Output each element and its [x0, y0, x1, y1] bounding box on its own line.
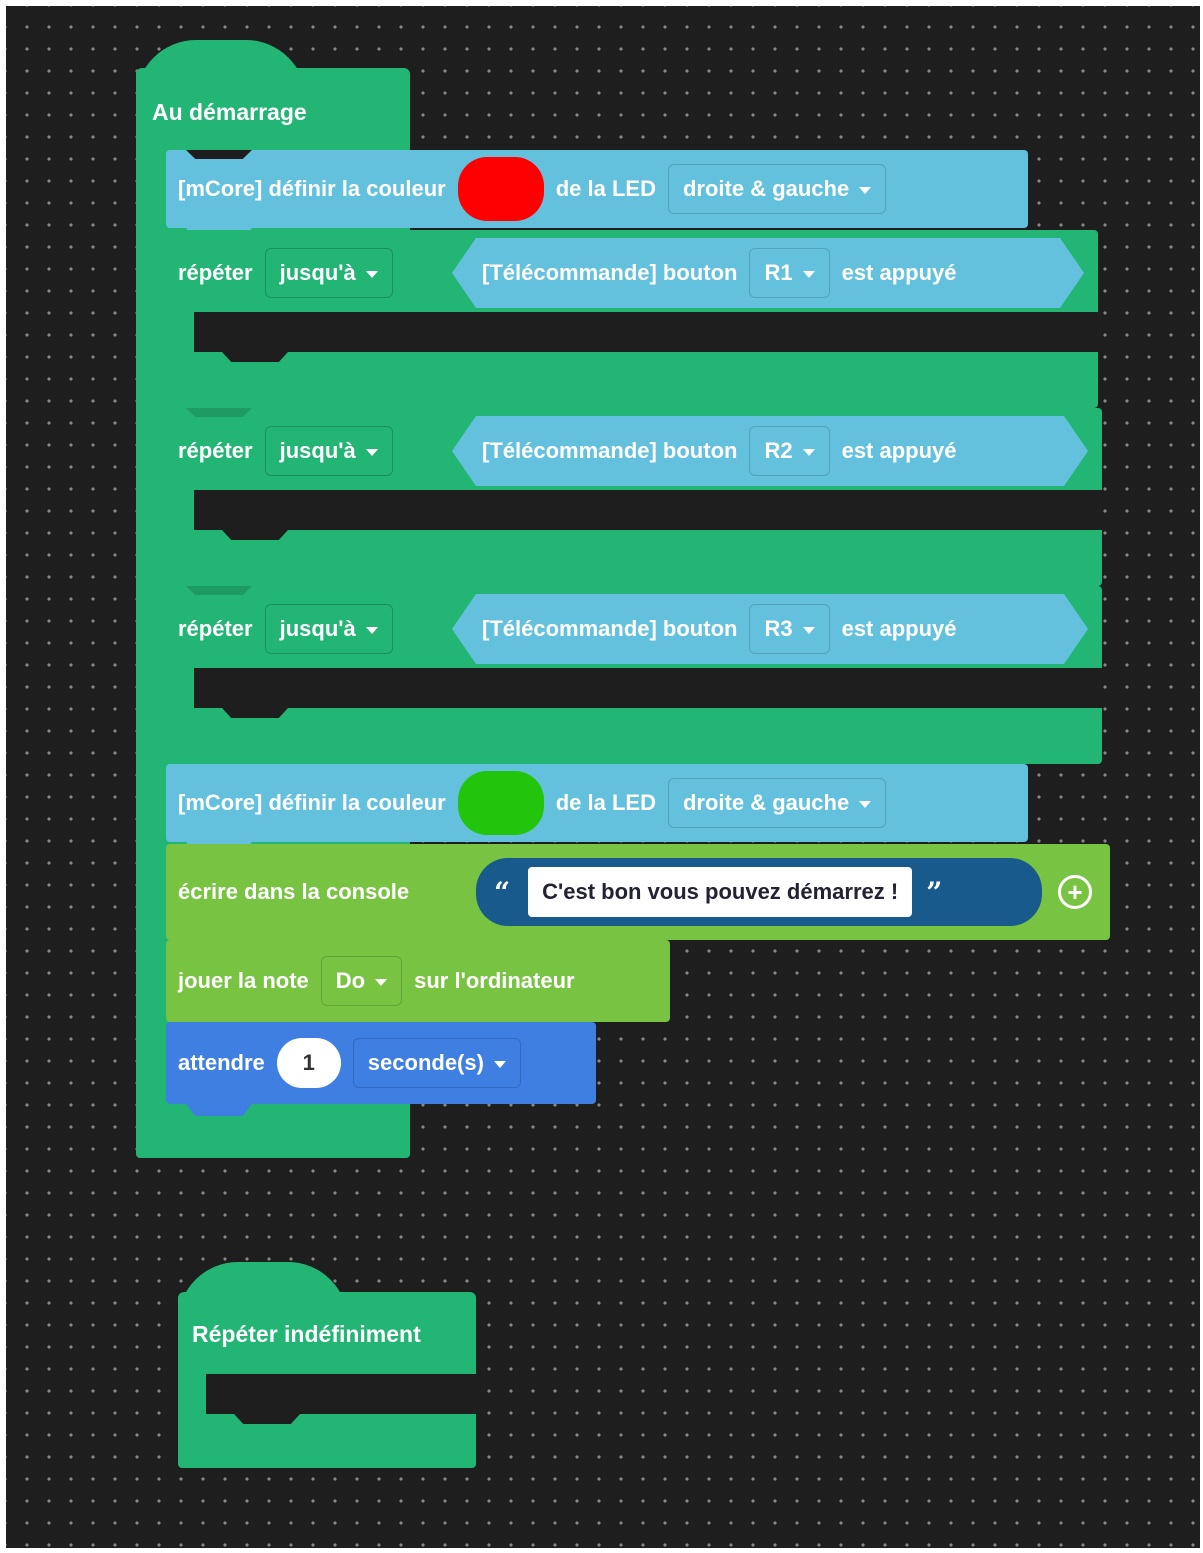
repeat-label: répéter	[178, 438, 253, 463]
remote-button-dropdown[interactable]: R1	[749, 248, 829, 298]
play-note-prefix: jouer la note	[178, 968, 309, 993]
block-notch	[186, 408, 252, 417]
chevron-down-icon	[493, 1060, 506, 1068]
note-dropdown[interactable]: Do	[320, 956, 403, 1006]
console-print-row: écrire dans la console	[178, 858, 409, 926]
remote-button-value: R3	[764, 616, 793, 641]
console-print-label: écrire dans la console	[178, 879, 410, 904]
block-tab	[186, 1104, 252, 1116]
repeat-mouth-1	[194, 312, 1098, 352]
chevron-down-icon	[803, 449, 815, 456]
time-unit-dropdown[interactable]: seconde(s)	[352, 1038, 521, 1088]
repeat-mode-dropdown[interactable]: jusqu'à	[264, 426, 393, 476]
repeat-row-1: répéter jusqu'à	[178, 242, 393, 304]
repeat-label: répéter	[178, 260, 253, 285]
plus-circle-icon[interactable]: +	[1058, 875, 1092, 909]
chevron-down-icon	[365, 448, 378, 456]
start-hat-row: Au démarrage	[152, 92, 307, 132]
block-notch	[186, 586, 252, 595]
condition-suffix: est appuyé	[841, 438, 957, 463]
start-hat-label: Au démarrage	[152, 98, 307, 125]
remote-button-value: R1	[764, 260, 793, 285]
remote-button-dropdown[interactable]: R3	[749, 604, 829, 654]
condition-prefix: [Télécommande] bouton	[482, 438, 738, 463]
condition-prefix: [Télécommande] bouton	[482, 260, 738, 285]
condition-prefix: [Télécommande] bouton	[482, 616, 738, 641]
chevron-down-icon	[803, 271, 815, 278]
forever-hat-label: Répéter indéfiniment	[192, 1320, 421, 1347]
close-quote-icon: ”	[926, 875, 943, 909]
chevron-down-icon	[375, 978, 388, 986]
repeat-label: répéter	[178, 616, 253, 641]
repeat-mode-dropdown[interactable]: jusqu'à	[264, 248, 393, 298]
repeat-row-3: répéter jusqu'à	[178, 598, 393, 660]
led-side-value: droite & gauche	[682, 790, 850, 815]
set-led-mid: de la LED	[555, 790, 656, 815]
repeat-mouth-2	[194, 490, 1102, 530]
chevron-down-icon	[365, 626, 378, 634]
repeat-mode-value: jusqu'à	[279, 438, 356, 463]
console-text-input[interactable]: C'est bon vous pouvez démarrez !	[528, 867, 913, 917]
block-tab	[234, 1414, 300, 1424]
set-led-row-1: [mCore] définir la couleur de la LED dro…	[178, 156, 887, 222]
remote-button-condition-2[interactable]: [Télécommande] bouton R2 est appuyé	[452, 416, 1088, 486]
note-value: Do	[335, 968, 366, 993]
condition-suffix: est appuyé	[841, 616, 957, 641]
block-tab	[222, 530, 288, 540]
led-side-dropdown[interactable]: droite & gauche	[667, 778, 887, 828]
chevron-down-icon	[859, 800, 872, 808]
led-side-value: droite & gauche	[682, 176, 850, 201]
remote-button-dropdown[interactable]: R2	[749, 426, 829, 476]
wait-label: attendre	[178, 1050, 265, 1075]
set-led-prefix: [mCore] définir la couleur	[178, 790, 446, 815]
time-unit-value: seconde(s)	[367, 1050, 484, 1075]
color-picker-green[interactable]	[457, 771, 544, 835]
repeat-mode-dropdown[interactable]: jusqu'à	[264, 604, 393, 654]
chevron-down-icon	[859, 186, 872, 194]
forever-hat-row: Répéter indéfiniment	[192, 1312, 421, 1356]
repeat-mode-value: jusqu'à	[279, 260, 356, 285]
wait-seconds-input[interactable]: 1	[276, 1038, 341, 1088]
block-tab	[222, 352, 288, 362]
repeat-mouth-3	[194, 668, 1102, 708]
color-picker-red[interactable]	[457, 157, 544, 221]
condition-suffix: est appuyé	[841, 260, 957, 285]
remote-button-value: R2	[764, 438, 793, 463]
play-note-row: jouer la note Do sur l'ordinateur	[178, 948, 575, 1014]
block-tab	[222, 708, 288, 718]
set-led-mid: de la LED	[555, 176, 656, 201]
forever-mouth	[206, 1374, 476, 1414]
chevron-down-icon	[803, 627, 815, 634]
open-quote-icon: “	[494, 875, 511, 909]
code-workspace[interactable]: Au démarrage [mCore] définir la couleur …	[6, 6, 1200, 1548]
play-note-suffix: sur l'ordinateur	[414, 968, 575, 993]
chevron-down-icon	[365, 270, 378, 278]
wait-row: attendre 1 seconde(s)	[178, 1030, 521, 1096]
string-reporter[interactable]: “ C'est bon vous pouvez démarrez ! ”	[476, 858, 1042, 926]
repeat-mode-value: jusqu'à	[279, 616, 356, 641]
set-led-row-2: [mCore] définir la couleur de la LED dro…	[178, 770, 887, 836]
set-led-prefix: [mCore] définir la couleur	[178, 176, 446, 201]
repeat-row-2: répéter jusqu'à	[178, 420, 393, 482]
led-side-dropdown[interactable]: droite & gauche	[667, 164, 887, 214]
remote-button-condition-1[interactable]: [Télécommande] bouton R1 est appuyé	[452, 238, 1084, 308]
remote-button-condition-3[interactable]: [Télécommande] bouton R3 est appuyé	[452, 594, 1088, 664]
